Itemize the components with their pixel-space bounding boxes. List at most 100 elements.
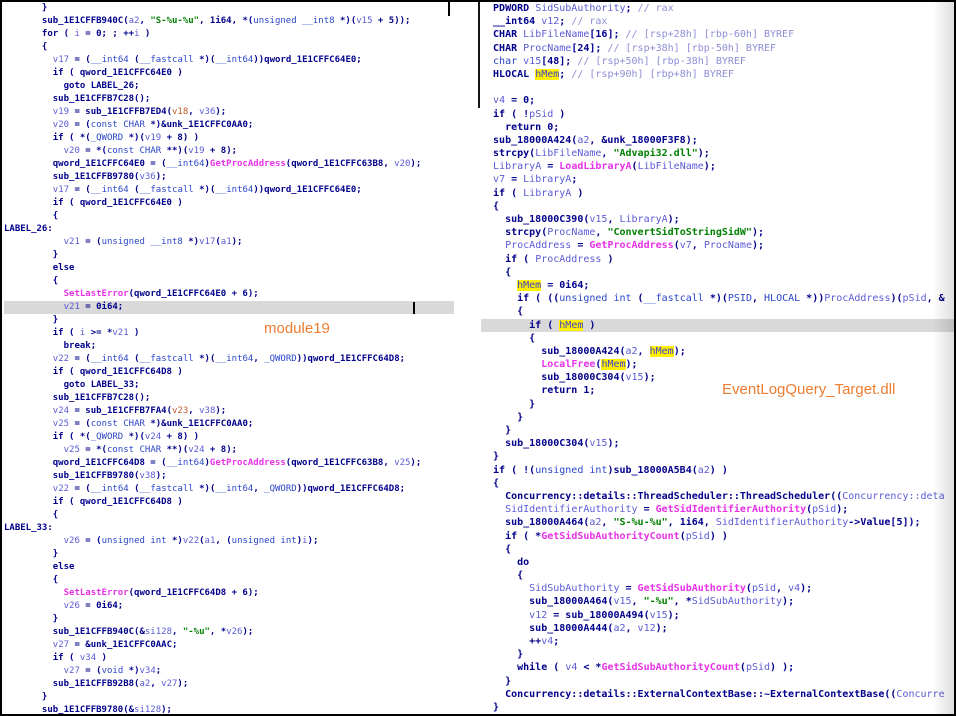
code-line[interactable]: SetLastError(qword_1E1CFFC64E0 + 6);: [4, 288, 454, 301]
code-line[interactable]: SidIdentifierAuthority = GetSidIdentifie…: [481, 503, 954, 516]
code-line[interactable]: {: [481, 266, 954, 279]
code-line[interactable]: break;: [4, 340, 454, 353]
code-line[interactable]: if ( qword_1E1CFFC64D8 ): [4, 496, 454, 509]
code-line[interactable]: sub_18000C304(v15);: [481, 437, 954, 450]
code-line[interactable]: LocalFree(hMem);: [481, 358, 954, 371]
code-line[interactable]: if ( !(unsigned int)sub_18000A5B4(a2) ): [481, 464, 954, 477]
code-line[interactable]: sub_1E1CFFB940C(&si128, "-%u", *v26);: [4, 626, 454, 639]
code-line[interactable]: strcpy(LibFileName, "Advapi32.dll");: [481, 147, 954, 160]
code-line[interactable]: v24 = sub_1E1CFFB7FA4(v23, v38);: [4, 405, 454, 418]
code-line[interactable]: {: [4, 275, 454, 288]
code-line[interactable]: CHAR ProcName[24]; // [rsp+38h] [rbp-50h…: [481, 42, 954, 55]
code-line[interactable]: {: [4, 509, 454, 522]
code-line[interactable]: if ( v34 ): [4, 652, 454, 665]
code-line[interactable]: v21 = (unsigned __int8 *)v17(a1);: [4, 236, 454, 249]
code-line[interactable]: while ( v4 < *GetSidSubAuthorityCount(pS…: [481, 661, 954, 674]
code-line-current[interactable]: v21 = 0i64;: [4, 301, 454, 314]
code-line[interactable]: __int64 v12; // rax: [481, 15, 954, 28]
code-line[interactable]: HLOCAL hMem; // [rsp+90h] [rbp+8h] BYREF: [481, 68, 954, 81]
code-line[interactable]: LABEL_26:: [4, 223, 454, 236]
code-line[interactable]: sub_18000A424(a2, hMem);: [481, 345, 954, 358]
code-line[interactable]: }: [4, 2, 454, 15]
code-line[interactable]: v20 = (const CHAR *)&unk_1E1CFFC0AA0;: [4, 119, 454, 132]
code-line[interactable]: strcpy(ProcName, "ConvertSidToStringSidW…: [481, 226, 954, 239]
code-line[interactable]: v17 = (__int64 (__fastcall *)(__int64))q…: [4, 54, 454, 67]
code-line[interactable]: v12 = sub_18000A494(v15);: [481, 609, 954, 622]
code-line[interactable]: if ( !pSid ): [481, 108, 954, 121]
code-line[interactable]: sub_1E1CFFB7C28();: [4, 392, 454, 405]
code-line[interactable]: sub_1E1CFFB940C(a2, "S-%u-%u", 1i64, *(u…: [4, 15, 454, 28]
code-line[interactable]: sub_18000C390(v15, LibraryA);: [481, 213, 954, 226]
code-line[interactable]: {: [4, 210, 454, 223]
code-line[interactable]: if ( LibraryA ): [481, 187, 954, 200]
code-line[interactable]: if ( i >= *v21 ): [4, 327, 454, 340]
code-line[interactable]: {: [4, 41, 454, 54]
code-line[interactable]: v27 = (void *)v34;: [4, 665, 454, 678]
code-line[interactable]: sub_18000A464(v15, "-%u", *SidSubAuthori…: [481, 595, 954, 608]
code-line[interactable]: }: [4, 314, 454, 327]
code-line[interactable]: }: [481, 675, 954, 688]
code-line[interactable]: char v15[48]; // [rsp+50h] [rbp-38h] BYR…: [481, 55, 954, 68]
code-line[interactable]: {: [481, 200, 954, 213]
pseudocode-panel-right[interactable]: PDWORD SidSubAuthority; // rax __int64 v…: [479, 2, 954, 714]
code-line[interactable]: sub_1E1CFFB9780(&si128);: [4, 704, 454, 714]
code-line[interactable]: v27 = &unk_1E1CFFC0AAC;: [4, 639, 454, 652]
code-line[interactable]: if ( *GetSidSubAuthorityCount(pSid) ): [481, 530, 954, 543]
code-line[interactable]: v20 = *(const CHAR **)(v19 + 8);: [4, 145, 454, 158]
code-line[interactable]: SidSubAuthority = GetSidSubAuthority(pSi…: [481, 582, 954, 595]
code-line[interactable]: else: [4, 262, 454, 275]
code-line[interactable]: sub_18000A444(a2, v12);: [481, 622, 954, 635]
code-line[interactable]: }: [481, 424, 954, 437]
code-line[interactable]: v26 = (unsigned int *)v22(a1, (unsigned …: [4, 535, 454, 548]
code-line[interactable]: sub_18000A464(a2, "S-%u-%u", 1i64, SidId…: [481, 516, 954, 529]
code-line[interactable]: qword_1E1CFFC64D8 = (__int64)GetProcAddr…: [4, 457, 454, 470]
code-line[interactable]: }: [481, 411, 954, 424]
code-line[interactable]: sub_1E1CFFB9780(v38);: [4, 470, 454, 483]
code-line[interactable]: }: [481, 648, 954, 661]
code-line[interactable]: }: [4, 548, 454, 561]
code-line[interactable]: if ( *(_QWORD *)(v24 + 8) ): [4, 431, 454, 444]
code-line[interactable]: sub_1E1CFFB9780(v36);: [4, 171, 454, 184]
code-line[interactable]: LABEL_33:: [4, 522, 454, 535]
code-line[interactable]: v25 = (const CHAR *)&unk_1E1CFFC0AA0;: [4, 418, 454, 431]
code-line[interactable]: }: [481, 398, 954, 411]
pseudocode-panel-left[interactable]: } sub_1E1CFFB940C(a2, "S-%u-%u", 1i64, *…: [2, 2, 454, 714]
code-line[interactable]: sub_1E1CFFB92B8(a2, v27);: [4, 678, 454, 691]
code-line[interactable]: qword_1E1CFFC64E0 = (__int64)GetProcAddr…: [4, 158, 454, 171]
code-line[interactable]: if ( ProcAddress ): [481, 253, 954, 266]
code-line[interactable]: for ( i = 0; ; ++i ): [4, 28, 454, 41]
code-line[interactable]: SetLastError(qword_1E1CFFC64D8 + 6);: [4, 587, 454, 600]
code-line[interactable]: LibraryA = LoadLibraryA(LibFileName);: [481, 160, 954, 173]
code-line[interactable]: }: [4, 691, 454, 704]
code-line[interactable]: {: [481, 332, 954, 345]
code-line[interactable]: sub_1E1CFFB7C28();: [4, 93, 454, 106]
code-line[interactable]: v22 = (__int64 (__fastcall *)(__int64, _…: [4, 483, 454, 496]
code-line[interactable]: v26 = 0i64;: [4, 600, 454, 613]
code-line[interactable]: PDWORD SidSubAuthority; // rax: [481, 2, 954, 15]
code-line[interactable]: Concurrency::details::ExternalContextBas…: [481, 688, 954, 701]
code-line[interactable]: if ( qword_1E1CFFC64E0 ): [4, 67, 454, 80]
code-line[interactable]: {: [481, 477, 954, 490]
code-line[interactable]: }: [4, 613, 454, 626]
code-line[interactable]: {: [4, 574, 454, 587]
code-line-current[interactable]: if ( hMem ): [481, 319, 954, 332]
code-line[interactable]: return 0;: [481, 121, 954, 134]
code-line[interactable]: if ( ((unsigned int (__fastcall *)(PSID,…: [481, 292, 954, 305]
code-line[interactable]: else: [4, 561, 454, 574]
code-line[interactable]: hMem = 0i64;: [481, 279, 954, 292]
code-line[interactable]: v22 = (__int64 (__fastcall *)(__int64, _…: [4, 353, 454, 366]
code-line[interactable]: {: [481, 305, 954, 318]
code-line[interactable]: Concurrency::details::ThreadScheduler::T…: [481, 490, 954, 503]
code-line[interactable]: sub_18000A424(a2, &unk_18000F3F8);: [481, 134, 954, 147]
code-line[interactable]: ProcAddress = GetProcAddress(v7, ProcNam…: [481, 239, 954, 252]
code-line[interactable]: v17 = (__int64 (__fastcall *)(__int64))q…: [4, 184, 454, 197]
code-line[interactable]: goto LABEL_33;: [4, 379, 454, 392]
code-line[interactable]: }: [481, 450, 954, 463]
code-line[interactable]: {: [481, 569, 954, 582]
code-line[interactable]: v4 = 0;: [481, 94, 954, 107]
code-line[interactable]: v7 = LibraryA;: [481, 173, 954, 186]
code-line[interactable]: {: [481, 543, 954, 556]
code-line[interactable]: CHAR LibFileName[16]; // [rsp+28h] [rbp-…: [481, 28, 954, 41]
code-line[interactable]: [481, 81, 954, 94]
code-line[interactable]: if ( qword_1E1CFFC64E0 ): [4, 197, 454, 210]
